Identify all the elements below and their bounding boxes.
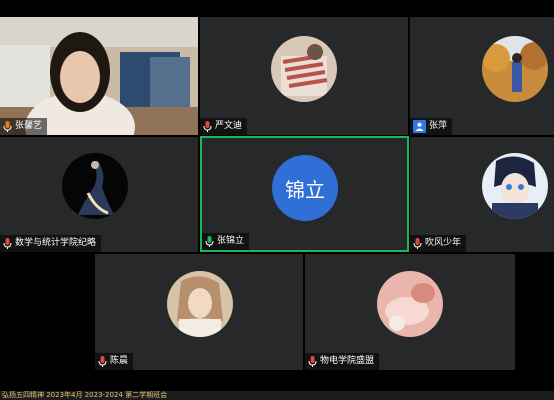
avatar <box>482 36 548 102</box>
participant-name-tag: 严文迪 <box>200 118 248 135</box>
avatar <box>62 153 128 219</box>
mic-icon <box>308 356 317 367</box>
participant-name-tag: 张馨艺 <box>0 118 48 135</box>
participant-tile-active-speaker[interactable]: 锦立 张锦立 <box>200 136 409 252</box>
participant-name-tag: 张锦立 <box>202 233 250 250</box>
avatar <box>482 153 548 219</box>
participant-name-tag: 张萍 <box>410 118 453 135</box>
participant-tile-video[interactable]: 张馨艺 <box>0 17 198 135</box>
avatar <box>377 271 443 337</box>
participant-name-tag: 陈晨 <box>95 353 134 370</box>
mic-icon <box>413 238 422 249</box>
bottom-caption-strip: 弘扬五四精神 2023年4月 2023-2024 第二学期班会 <box>0 391 554 400</box>
mic-icon <box>205 236 214 247</box>
avatar <box>167 271 233 337</box>
participant-name: 张馨艺 <box>15 121 43 131</box>
avatar <box>271 36 337 102</box>
participant-tile[interactable]: 数学与统计学院纪略 <box>0 137 198 252</box>
participant-name: 张锦立 <box>217 236 245 246</box>
mic-icon <box>203 121 212 132</box>
participant-tile[interactable]: 张萍 <box>410 17 554 135</box>
participant-name-tag: 吹风少年 <box>410 235 467 252</box>
mic-icon <box>98 356 107 367</box>
participant-name: 陈晨 <box>110 356 129 366</box>
mic-icon <box>3 121 12 132</box>
participant-name: 严文迪 <box>215 121 243 131</box>
avatar-text: 锦立 <box>272 155 338 221</box>
participant-name: 张萍 <box>429 121 448 131</box>
participant-tile[interactable]: 严文迪 <box>200 17 408 135</box>
mic-icon <box>3 238 12 249</box>
participant-name-tag: 数学与统计学院纪略 <box>0 235 102 252</box>
person-icon <box>413 120 426 133</box>
participant-tile[interactable]: 物电学院盛盟 <box>305 254 515 370</box>
participant-name: 物电学院盛盟 <box>320 356 375 366</box>
participant-name: 数学与统计学院纪略 <box>15 238 97 248</box>
top-bar <box>0 0 554 16</box>
participant-tile[interactable]: 陈晨 <box>95 254 303 370</box>
participant-name: 吹风少年 <box>425 238 462 248</box>
participant-name-tag: 物电学院盛盟 <box>305 353 380 370</box>
participant-tile[interactable]: 吹风少年 <box>410 137 554 252</box>
